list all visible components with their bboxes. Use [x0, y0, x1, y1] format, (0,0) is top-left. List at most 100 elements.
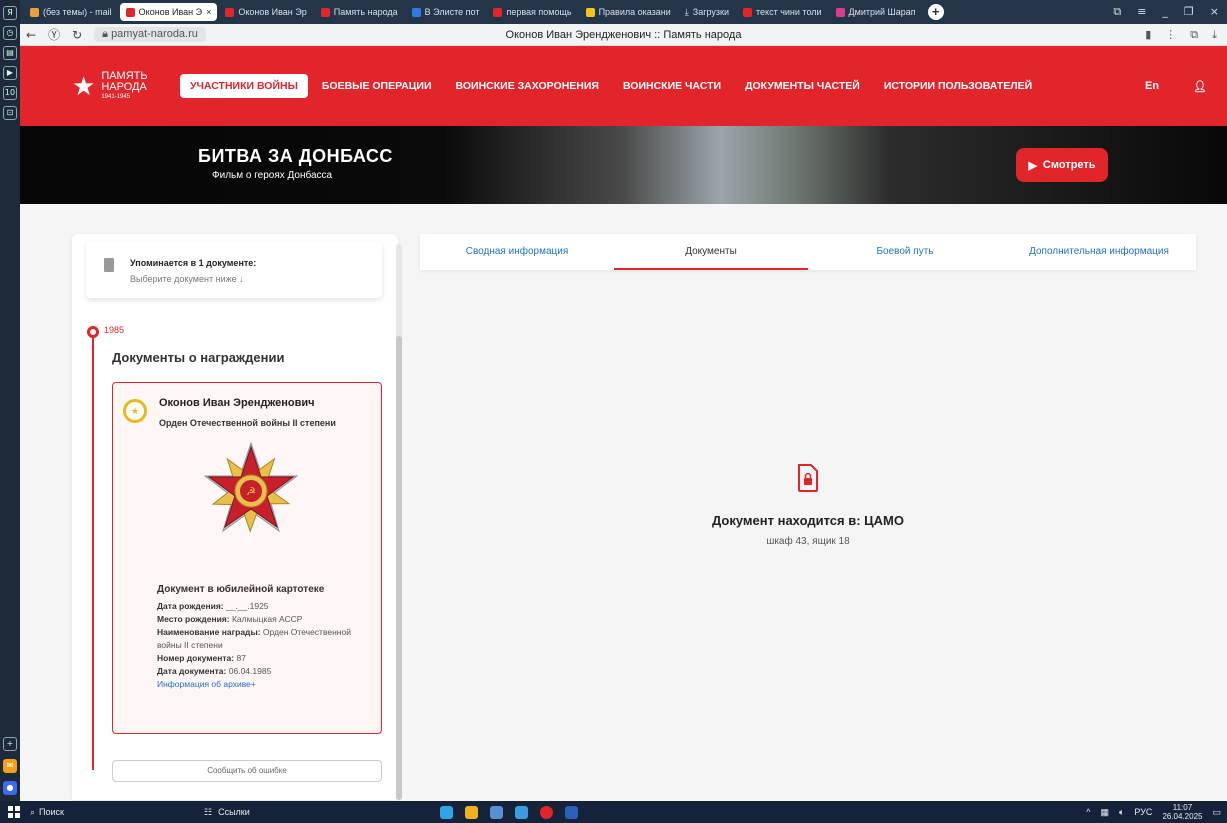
award-card[interactable]: ★ Оконов Иван Эрендженович Орден Отечест…: [112, 382, 382, 734]
edge-icon[interactable]: [439, 805, 453, 819]
browser-tab[interactable]: Правила оказани: [580, 3, 677, 21]
mention-card: Упоминается в 1 документе: Выберите доку…: [86, 242, 382, 298]
award-field-birthplace: Место рождения: Калмыцкая АССР: [157, 613, 377, 626]
clock[interactable]: 11:07 26.04.2025: [1162, 803, 1202, 821]
scrollbar-thumb[interactable]: [396, 336, 402, 800]
more-icon[interactable]: ⋮: [1165, 28, 1176, 42]
word-icon[interactable]: [564, 805, 578, 819]
order-star-image: ☭: [203, 441, 299, 533]
tabs-list-icon[interactable]: ⧉: [1113, 5, 1121, 19]
location-title: Документ находится в: ЦАМО: [712, 513, 904, 528]
yandex-logo-icon[interactable]: Я: [3, 6, 17, 20]
clock-date: 26.04.2025: [1162, 812, 1203, 821]
award-field-birthdate: Дата рождения: __.__.1925: [157, 600, 377, 613]
browser-tab[interactable]: ⤓ Загрузки: [679, 3, 735, 21]
taskbar-links[interactable]: ☷ Ссылки: [204, 807, 250, 818]
watch-label: Смотреть: [1042, 159, 1096, 171]
sidebar-scrollbar[interactable]: [396, 244, 402, 800]
user-icon[interactable]: 👤︎: [1193, 80, 1207, 93]
keyboard-language[interactable]: РУС: [1134, 807, 1152, 817]
yandex-home-icon[interactable]: Ⓨ: [48, 26, 60, 43]
alice-icon[interactable]: ●: [3, 781, 17, 795]
bookmark-icon[interactable]: ▮: [1145, 28, 1151, 42]
search-icon: ⌕: [30, 806, 36, 817]
mention-hint: Выберите документ ниже ↓: [130, 274, 244, 284]
search-label: Поиск: [39, 807, 64, 817]
tab-combat-path[interactable]: Боевой путь: [808, 234, 1002, 270]
os-taskbar: ⌕ Поиск ☷ Ссылки ^ ▦ 🔈︎ РУС 11:07 26.04.…: [0, 801, 1227, 823]
app-icon[interactable]: [514, 805, 528, 819]
browser-tab[interactable]: (без темы) - mail: [24, 3, 118, 21]
field-label: Наименование награды:: [157, 627, 261, 637]
tab-documents[interactable]: Документы: [614, 234, 808, 270]
browser-tab-active[interactable]: Оконов Иван Э ×: [119, 3, 218, 21]
menu-item-user-stories[interactable]: ИСТОРИИ ПОЛЬЗОВАТЕЛЕЙ: [874, 74, 1042, 98]
logo-years: 1941-1945: [101, 94, 131, 100]
watch-button[interactable]: ▶ Смотреть: [1016, 148, 1108, 182]
menu-icon[interactable]: ≡: [1137, 5, 1146, 19]
field-label: Номер документа:: [157, 653, 235, 663]
url-field[interactable]: 🔒︎ pamyat-naroda.ru: [94, 27, 206, 42]
notifications-icon[interactable]: ▭: [1212, 807, 1221, 818]
tab-favicon-icon: [743, 7, 753, 17]
menu-item-participants[interactable]: УЧАСТНИКИ ВОЙНЫ: [180, 74, 308, 98]
add-panel-icon[interactable]: +: [3, 737, 17, 751]
minimize-icon[interactable]: _: [1162, 5, 1168, 19]
logo-line2: НАРОДА: [101, 81, 147, 93]
archive-info-link[interactable]: Информация об архиве+: [157, 678, 377, 691]
volume-icon[interactable]: 🔈︎: [1119, 807, 1124, 818]
medal-icon: ★: [123, 399, 147, 423]
start-windows-icon[interactable]: [8, 806, 20, 818]
restore-icon[interactable]: ❐: [1184, 5, 1194, 19]
browser-tab[interactable]: Дмитрий Шарап: [830, 3, 922, 21]
banner-title: БИТВА ЗА ДОНБАСС: [198, 146, 393, 166]
document-icon: [104, 258, 114, 272]
collections-icon[interactable]: ▤: [3, 46, 17, 60]
browser-tab[interactable]: Память народа: [315, 3, 404, 21]
tab-label: Оконов Иван Эр: [238, 7, 307, 17]
award-info: Документ в юбилейной картотеке Дата рожд…: [157, 583, 377, 691]
browser-tab[interactable]: В Элисте пот: [406, 3, 486, 21]
menu-item-units[interactable]: ВОИНСКИЕ ЧАСТИ: [613, 74, 731, 98]
report-error-button[interactable]: Сообщить об ошибке: [112, 760, 382, 782]
history-icon[interactable]: ◷: [3, 26, 17, 40]
downloads-icon[interactable]: ⤓: [1212, 28, 1217, 42]
tab-close-icon[interactable]: ×: [206, 7, 211, 17]
mail-icon[interactable]: ✉: [3, 759, 17, 773]
extensions-icon[interactable]: ⧉: [1190, 28, 1198, 42]
tab-label: первая помощь: [506, 7, 572, 17]
section-title: Документы о награждении: [112, 350, 285, 365]
close-window-icon[interactable]: ×: [1210, 5, 1219, 19]
menu-item-operations[interactable]: БОЕВЫЕ ОПЕРАЦИИ: [312, 74, 442, 98]
taskbar-search[interactable]: ⌕ Поиск: [30, 807, 120, 818]
tab-favicon-icon: [30, 7, 39, 17]
menu-item-unit-documents[interactable]: ДОКУМЕНТЫ ЧАСТЕЙ: [735, 74, 870, 98]
site-logo[interactable]: ★ ПАМЯТЬ НАРОДА 1941-1945: [20, 71, 150, 102]
back-icon[interactable]: ←: [26, 28, 36, 42]
reload-icon[interactable]: ↻: [72, 28, 82, 42]
play-icon[interactable]: ▶: [3, 66, 17, 80]
tab-label: Оконов Иван Э: [138, 7, 203, 17]
document-location: Документ находится в: ЦАМО шкаф 43, ящик…: [420, 464, 1196, 547]
promo-banner[interactable]: БИТВА ЗА ДОНБАСС Фильм о героях Донбасса…: [20, 126, 1227, 204]
tab-additional-info[interactable]: Дополнительная информация: [1002, 234, 1196, 270]
tab-favicon-icon: [225, 7, 235, 17]
yandex-browser-icon[interactable]: [539, 805, 553, 819]
new-tab-button[interactable]: +: [927, 4, 944, 20]
taskbar-apps: [439, 805, 578, 819]
tab-label: Память народа: [333, 7, 398, 17]
browser-tab[interactable]: Оконов Иван Эр: [219, 3, 312, 21]
store-icon[interactable]: [489, 805, 503, 819]
tab-summary[interactable]: Сводная информация: [420, 234, 614, 270]
menu-item-burials[interactable]: ВОИНСКИЕ ЗАХОРОНЕНИЯ: [446, 74, 609, 98]
panel-icon[interactable]: ⊡: [3, 106, 17, 120]
browser-tab[interactable]: первая помощь: [487, 3, 577, 21]
file-explorer-icon[interactable]: [464, 805, 478, 819]
tab-favicon-icon: [125, 7, 135, 17]
counter-10-icon[interactable]: 10: [3, 86, 17, 100]
network-icon[interactable]: ▦: [1100, 807, 1109, 818]
language-switch[interactable]: En: [1145, 80, 1159, 93]
award-field-doc-date: Дата документа: 06.04.1985: [157, 665, 377, 678]
tray-chevron-icon[interactable]: ^: [1086, 807, 1090, 817]
browser-tab[interactable]: текст чини толи: [737, 3, 828, 21]
